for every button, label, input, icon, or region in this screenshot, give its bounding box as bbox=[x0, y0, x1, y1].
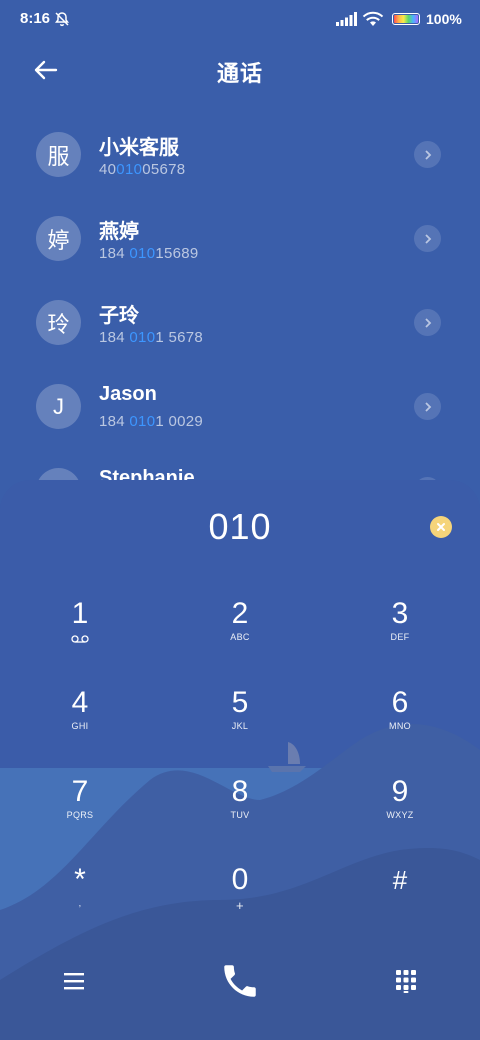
key-8[interactable]: 8 TUV bbox=[180, 776, 300, 846]
voicemail-icon bbox=[71, 635, 89, 643]
key-hash[interactable]: # bbox=[340, 864, 460, 934]
chevron-right-icon[interactable] bbox=[414, 141, 441, 168]
key-5[interactable]: 5 JKL bbox=[180, 687, 300, 757]
dialpad-sheet: 010 1 2 ABC 3 DEF 4 GHI 5 JKL 6 MNO 7 PQRS 8 TU… bbox=[0, 480, 480, 1040]
list-item[interactable]: 服 小米客服 4001005678 bbox=[0, 112, 480, 196]
dialed-number: 010 bbox=[208, 506, 272, 547]
avatar: J bbox=[36, 384, 81, 429]
contact-name: Jason bbox=[99, 383, 157, 405]
list-item[interactable]: 玲 子玲 184 0101 5678 bbox=[0, 280, 480, 364]
wifi-icon bbox=[362, 11, 384, 26]
chevron-right-icon[interactable] bbox=[414, 225, 441, 252]
battery-icon bbox=[392, 13, 420, 25]
status-bar: 8:16 100% bbox=[0, 0, 480, 40]
keypad-icon[interactable] bbox=[376, 956, 436, 1006]
key-7[interactable]: 7 PQRS bbox=[20, 776, 140, 846]
avatar: 婷 bbox=[36, 216, 81, 261]
key-6[interactable]: 6 MNO bbox=[340, 687, 460, 757]
key-0[interactable]: 0 + bbox=[180, 864, 300, 934]
bell-muted-icon bbox=[55, 12, 69, 27]
key-4[interactable]: 4 GHI bbox=[20, 687, 140, 757]
key-9[interactable]: 9 WXYZ bbox=[340, 776, 460, 846]
battery-percent: 100% bbox=[426, 11, 462, 27]
list-item[interactable]: 婷 燕婷 184 01015689 bbox=[0, 196, 480, 280]
contact-number: 184 01015689 bbox=[99, 245, 199, 262]
avatar: 服 bbox=[36, 132, 81, 177]
contact-number: 4001005678 bbox=[99, 161, 186, 178]
signal-icon bbox=[336, 12, 357, 26]
contact-name: 小米客服 bbox=[99, 137, 179, 159]
status-time: 8:16 bbox=[20, 10, 51, 27]
chevron-right-icon[interactable] bbox=[414, 393, 441, 420]
contact-name: 燕婷 bbox=[99, 221, 139, 243]
page-title: 通话 bbox=[216, 61, 263, 86]
menu-icon[interactable] bbox=[44, 956, 104, 1006]
phone-icon[interactable] bbox=[210, 956, 270, 1006]
avatar: 玲 bbox=[36, 300, 81, 345]
chevron-right-icon[interactable] bbox=[414, 309, 441, 336]
key-1[interactable]: 1 bbox=[20, 598, 140, 668]
contact-name: 子玲 bbox=[99, 305, 139, 327]
contact-number: 184 0101 0029 bbox=[99, 413, 204, 430]
list-item[interactable]: J Jason 184 0101 0029 bbox=[0, 364, 480, 448]
key-2[interactable]: 2 ABC bbox=[180, 598, 300, 668]
contact-number: 184 0101 5678 bbox=[99, 329, 204, 346]
header: 通话 bbox=[0, 48, 480, 92]
clear-x-icon[interactable] bbox=[430, 516, 452, 538]
contact-list: 服 小米客服 4001005678 婷 燕婷 184 01015689 玲 子玲… bbox=[0, 112, 480, 532]
key-3[interactable]: 3 DEF bbox=[340, 598, 460, 668]
key-star[interactable]: *, bbox=[20, 864, 140, 934]
